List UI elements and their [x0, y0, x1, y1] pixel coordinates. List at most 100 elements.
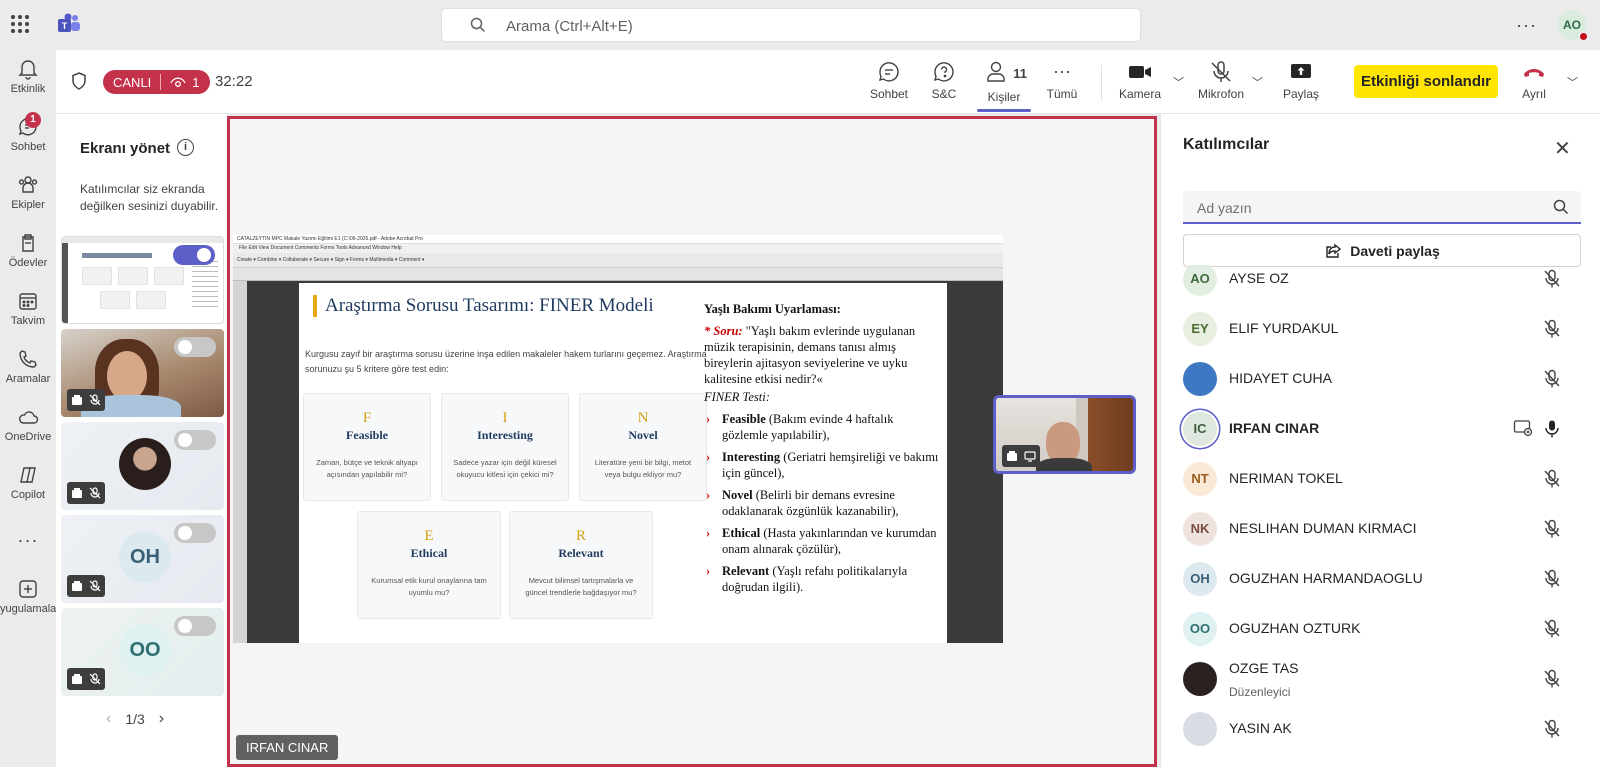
spotlight-toggle[interactable]	[173, 245, 215, 265]
meeting-toolbar: CANLI 1 32:22 Sohbet S&C 11 Kişiler ··· …	[56, 50, 1600, 114]
tile-controls	[67, 482, 105, 504]
spotlight-toggle[interactable]	[174, 337, 216, 357]
participant-row[interactable]: OZGE TAS Düzenleyici	[1161, 654, 1600, 704]
mic-button[interactable]: Mikrofon	[1196, 60, 1246, 101]
chat-button[interactable]: Sohbet	[868, 60, 910, 101]
mic-status-muted[interactable]	[1543, 619, 1561, 639]
camera-button[interactable]: Kamera	[1118, 60, 1162, 101]
leave-button[interactable]: Ayrıl	[1514, 60, 1554, 101]
calendar-icon	[19, 293, 37, 310]
rail-item-chat[interactable]: 1 Sohbet	[0, 112, 56, 153]
more-options-icon[interactable]: ···	[1516, 15, 1537, 36]
pin-icon[interactable]	[71, 580, 83, 592]
more-actions-button[interactable]: ··· Tümü	[1045, 60, 1079, 101]
more-apps-icon[interactable]: ···	[0, 530, 56, 551]
mic-off-icon[interactable]	[89, 487, 101, 499]
pin-icon[interactable]	[1006, 450, 1018, 462]
mic-status-muted[interactable]	[1543, 369, 1561, 389]
participant-row[interactable]: NT NERIMAN TOKEL	[1161, 454, 1600, 504]
mic-off-icon[interactable]	[89, 580, 101, 592]
app-launcher-icon[interactable]	[9, 13, 31, 35]
spotlight-toggle[interactable]	[174, 430, 216, 450]
rail-item-copilot[interactable]: Copilot	[0, 464, 56, 501]
rail-item-apps[interactable]: yugulamalar	[0, 578, 56, 615]
chevron-left-icon[interactable]: ‹	[106, 710, 111, 728]
mic-status-muted[interactable]	[1543, 719, 1561, 739]
mic-off-icon[interactable]	[89, 673, 101, 685]
rail-label: Etkinlik	[10, 83, 46, 95]
info-icon[interactable]: i	[177, 139, 194, 156]
spotlight-toggle[interactable]	[174, 616, 216, 636]
card-desc: Zaman, bütçe ve teknik altyapı açısından…	[316, 458, 418, 479]
rail-item-calendar[interactable]: Takvim	[0, 290, 56, 327]
participant-row[interactable]: OO OGUZHAN OZTURK	[1161, 604, 1600, 654]
active-speaker-video[interactable]	[993, 395, 1136, 474]
participant-row[interactable]: YASIN AK	[1161, 704, 1600, 754]
rail-item-onedrive[interactable]: OneDrive	[0, 406, 56, 443]
mic-status-muted[interactable]	[1543, 569, 1561, 589]
participant-row[interactable]: IC IRFAN CINAR	[1161, 404, 1600, 454]
camera-icon	[1129, 66, 1151, 78]
finer-bullet: Ethical (Hasta yakınlarından ve kurumdan…	[704, 525, 939, 557]
finer-bullet: Novel (Belirli bir demans evresine odakl…	[704, 487, 939, 519]
chevron-down-icon[interactable]: ﹀	[1567, 74, 1578, 90]
mic-off-icon[interactable]	[89, 394, 101, 406]
end-event-button[interactable]: Etkinliği sonlandır	[1354, 65, 1498, 98]
shield-icon[interactable]	[70, 71, 88, 91]
participant-row[interactable]: HIDAYET CUHA	[1161, 354, 1600, 404]
share-invite-label: Daveti paylaş	[1350, 242, 1440, 259]
participant-name: ELIF YURDAKUL	[1229, 320, 1339, 336]
participant-row[interactable]: NK NESLIHAN DUMAN KIRMACI	[1161, 504, 1600, 554]
mic-status-muted[interactable]	[1543, 269, 1561, 289]
pagination: ‹ 1/3 ›	[106, 710, 164, 728]
mic-status-on[interactable]	[1543, 419, 1561, 439]
avatar: NT	[1183, 462, 1217, 496]
share-button[interactable]: Paylaş	[1281, 60, 1321, 101]
rail-item-calls[interactable]: Aramalar	[0, 348, 56, 385]
video-thumbnail[interactable]: OO	[61, 608, 224, 696]
pin-icon[interactable]	[71, 394, 83, 406]
avatar[interactable]: AO	[1557, 10, 1589, 42]
rail-item-assignments[interactable]: Ödevler	[0, 232, 56, 269]
mic-off-icon	[1544, 669, 1560, 688]
pin-icon[interactable]	[71, 487, 83, 499]
avatar-initials: AO	[1563, 18, 1581, 32]
finer-card: F Feasible Zaman, bütçe ve teknik altyap…	[303, 393, 431, 501]
qa-button[interactable]: S&C	[928, 60, 960, 101]
spotlight-toggle[interactable]	[174, 523, 216, 543]
chevron-right-icon[interactable]: ›	[159, 710, 164, 728]
participants-panel: Katılımcılar ✕ Ad yazın Daveti paylaş AO…	[1160, 114, 1600, 767]
mic-status-muted[interactable]	[1543, 669, 1561, 689]
chevron-down-icon[interactable]: ﹀	[1173, 74, 1184, 90]
meeting-stage: CATALZEYTIN MPC Makale Yazımı Eğitimi E1…	[227, 116, 1157, 767]
people-button[interactable]: 11 Kişiler	[977, 60, 1031, 112]
rail-item-teams[interactable]: Ekipler	[0, 174, 56, 211]
search-icon	[1553, 199, 1569, 215]
participant-search-input[interactable]: Ad yazın	[1183, 191, 1581, 224]
close-icon[interactable]: ✕	[1554, 136, 1571, 161]
participant-row[interactable]: OH OGUZHAN HARMANDAOGLU	[1161, 554, 1600, 604]
screen-share-icon[interactable]	[1024, 450, 1036, 462]
rail-label: Copilot	[10, 489, 46, 501]
search-input[interactable]: Arama (Ctrl+Alt+E)	[441, 8, 1141, 42]
assignments-icon	[22, 234, 34, 252]
mic-status-muted[interactable]	[1543, 519, 1561, 539]
mic-status-muted[interactable]	[1543, 319, 1561, 339]
mic-off-icon	[1544, 269, 1560, 288]
video-thumbnail[interactable]: OH	[61, 515, 224, 603]
share-invite-button[interactable]: Daveti paylaş	[1183, 234, 1581, 267]
video-thumbnail[interactable]	[61, 422, 224, 510]
video-thumbnail[interactable]	[61, 329, 224, 417]
participant-row[interactable]: EY ELIF YURDAKUL	[1161, 304, 1600, 354]
participant-row[interactable]: AO AYSE OZ	[1161, 265, 1600, 304]
pin-icon[interactable]	[71, 673, 83, 685]
screen-share-thumbnail[interactable]	[61, 236, 224, 324]
mic-status-muted[interactable]	[1543, 469, 1561, 489]
rail-item-activity[interactable]: Etkinlik	[0, 58, 56, 95]
live-badge: CANLI 1	[103, 70, 210, 94]
slide-right-text: Yaşlı Bakımı Uyarlaması: * Soru: "Yaşlı …	[704, 301, 939, 595]
chevron-down-icon[interactable]: ﹀	[1252, 74, 1263, 90]
mic-off-icon	[1544, 719, 1560, 738]
finer-card: R Relevant Mevcut bilimsel tartışmalarla…	[509, 511, 653, 619]
rail-label: Ödevler	[8, 257, 48, 269]
